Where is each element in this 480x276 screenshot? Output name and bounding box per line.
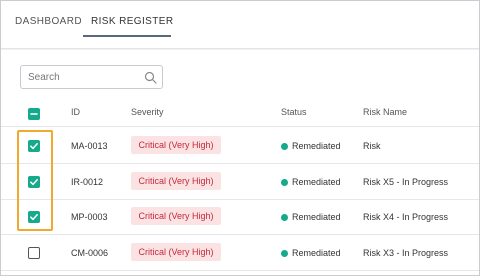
risk-register-panel: ID Severity Status Risk Name MA-0013 Cri… <box>1 50 479 275</box>
severity-badge: Critical (Very High) <box>131 136 221 154</box>
minus-icon <box>30 113 38 115</box>
checkmark-icon <box>30 179 38 186</box>
table-row[interactable]: IR-0012 Critical (Very High) Remediated … <box>1 165 479 200</box>
risk-name: Risk X3 - In Progress <box>363 248 449 258</box>
risk-id: CM-0006 <box>71 248 109 258</box>
risk-name: Risk X5 - In Progress <box>363 177 449 187</box>
checkmark-icon <box>30 214 38 221</box>
status-dot-icon <box>281 250 288 257</box>
column-header-id[interactable]: ID <box>71 107 80 117</box>
risk-id: IR-0012 <box>71 177 104 187</box>
row-checkbox[interactable] <box>28 211 40 223</box>
table-row[interactable]: MP-0003 Critical (Very High) Remediated … <box>1 200 479 235</box>
checkmark-icon <box>30 143 38 150</box>
active-tab-indicator <box>83 35 171 37</box>
risk-name: Risk <box>363 141 381 151</box>
status-text: Remediated <box>292 177 341 187</box>
row-checkbox[interactable] <box>28 176 40 188</box>
status-dot-icon <box>281 179 288 186</box>
table-header: ID Severity Status Risk Name <box>1 102 479 127</box>
status-dot-icon <box>281 214 288 221</box>
tab-risk-register[interactable]: RISK REGISTER <box>91 16 173 27</box>
status-text: Remediated <box>292 248 341 258</box>
table-row[interactable]: CM-0006 Critical (Very High) Remediated … <box>1 236 479 271</box>
status-text: Remediated <box>292 141 341 151</box>
risk-name: Risk X4 - In Progress <box>363 212 449 222</box>
status-text: Remediated <box>292 212 341 222</box>
tab-bar: DASHBOARD RISK REGISTER <box>1 1 479 49</box>
severity-badge: Critical (Very High) <box>131 172 221 190</box>
severity-badge: Critical (Very High) <box>131 243 221 261</box>
tab-dashboard[interactable]: DASHBOARD <box>15 16 82 27</box>
app-frame: DASHBOARD RISK REGISTER ID Severity Stat… <box>0 0 480 276</box>
risk-id: MA-0013 <box>71 141 108 151</box>
severity-badge: Critical (Very High) <box>131 207 221 225</box>
search-icon[interactable] <box>144 71 157 84</box>
search-box[interactable] <box>20 65 163 89</box>
column-header-risk-name[interactable]: Risk Name <box>363 107 407 117</box>
row-checkbox[interactable] <box>28 140 40 152</box>
table-row[interactable]: MA-0013 Critical (Very High) Remediated … <box>1 129 479 164</box>
row-checkbox[interactable] <box>28 247 40 259</box>
select-all-checkbox[interactable] <box>28 108 40 120</box>
search-input[interactable] <box>28 70 138 85</box>
column-header-status[interactable]: Status <box>281 107 307 117</box>
status-dot-icon <box>281 143 288 150</box>
column-header-severity[interactable]: Severity <box>131 107 164 117</box>
risk-id: MP-0003 <box>71 212 108 222</box>
